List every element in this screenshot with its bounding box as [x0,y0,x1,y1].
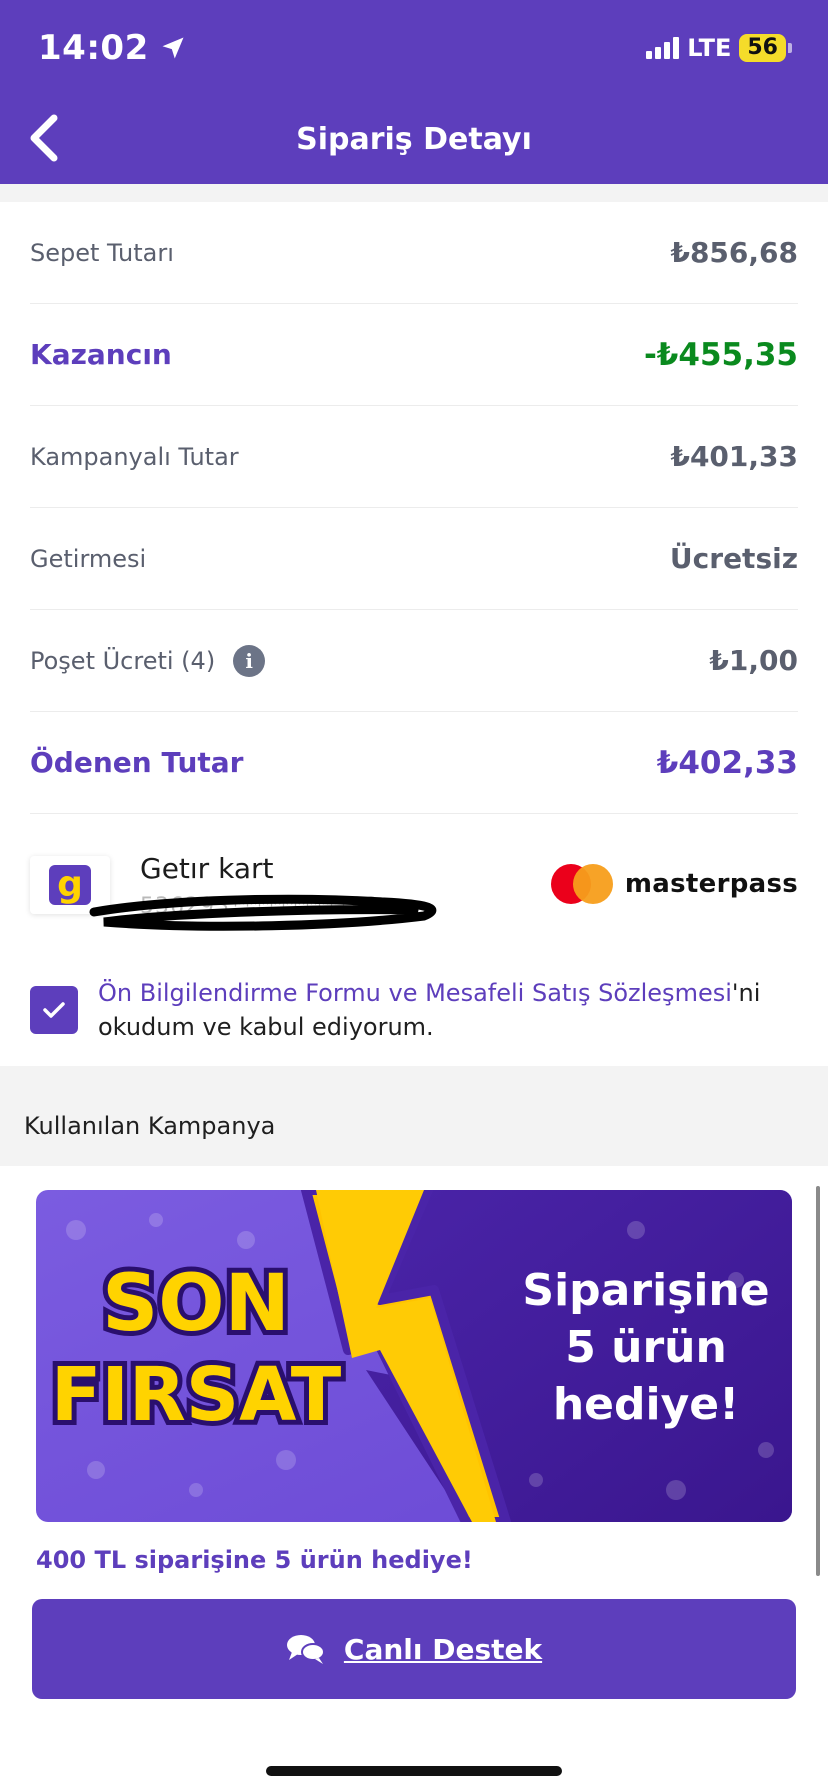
campaign-banner-art: SON FIRSAT Siparişine 5 ürün hediye! [36,1190,792,1522]
campaign-section-header: Kullanılan Kampanya [0,1066,828,1166]
summary-label: Sepet Tutarı [30,238,174,267]
summary-row-savings: Kazancın -₺455,35 [30,304,798,406]
summary-row-bag-fee: Poşet Ücreti (4) i ₺1,00 [30,610,798,712]
info-icon[interactable]: i [233,644,266,677]
order-summary: Sepet Tutarı ₺856,68 Kazancın -₺455,35 K… [30,202,798,814]
consent-text: Ön Bilgilendirme Formu ve Mesafeli Satış… [98,976,788,1044]
status-time: 14:02 [38,28,187,68]
summary-label-with-info: Poşet Ücreti (4) i [30,644,266,677]
consent-suffix-rest: okudum ve kabul ediyorum. [98,1013,434,1041]
masterpass-label: masterpass [624,869,798,899]
page-title: Sipariş Detayı [296,122,532,157]
status-time-text: 14:02 [38,28,149,68]
app-header: 14:02 LTE 56 Sipariş Detayı [0,0,828,184]
chat-bubbles-icon [286,1635,325,1664]
status-indicators: LTE 56 [646,34,792,62]
header-spacer [0,184,828,202]
live-support-button[interactable]: Canlı Destek [32,1599,796,1699]
campaign-section-title: Kullanılan Kampanya [24,1112,276,1140]
banner-right-line2: 5 ürün [565,1322,727,1373]
payment-card[interactable]: g Getır kart 536293**********82 masterpa… [30,852,798,948]
redaction-scribble [89,894,437,931]
summary-label: Kampanyalı Tutar [30,442,239,471]
mastercard-icon [550,864,613,904]
summary-label: Poşet Ücreti (4) [30,646,216,675]
card-name: Getır kart [140,852,274,885]
consent-checkbox[interactable] [30,986,78,1034]
summary-value: -₺455,35 [643,336,798,373]
summary-value: Ücretsiz [669,542,798,575]
summary-value: ₺856,68 [670,236,798,269]
consent-suffix: 'ni [731,979,761,1007]
masterpass-logo: masterpass [550,864,798,904]
checkmark-icon [43,1002,65,1018]
battery-tip [788,43,792,53]
campaign-caption: 400 TL siparişine 5 ürün hediye! [36,1546,473,1574]
summary-row-campaign-amount: Kampanyalı Tutar ₺401,33 [30,406,798,508]
summary-value: ₺402,33 [656,744,798,781]
network-label: LTE [687,34,732,62]
banner-title-line2: FIRSAT [51,1352,342,1438]
banner-right-line3: hediye! [553,1379,739,1430]
summary-row-basket: Sepet Tutarı ₺856,68 [30,202,798,304]
battery-icon: 56 [739,34,786,62]
banner-right-line1: Siparişine [522,1265,769,1316]
consent-row: Ön Bilgilendirme Formu ve Mesafeli Satış… [30,976,798,1056]
scrollbar[interactable] [816,1186,820,1576]
summary-value: ₺401,33 [670,440,798,473]
banner-title-line1: SON [102,1259,290,1349]
agreement-link[interactable]: Ön Bilgilendirme Formu ve Mesafeli Satış… [98,979,732,1007]
summary-row-paid: Ödenen Tutar ₺402,33 [30,712,798,814]
live-support-label: Canlı Destek [343,1632,543,1666]
signal-icon [646,37,680,59]
summary-label: Kazancın [30,338,172,371]
summary-value: ₺1,00 [709,644,798,677]
campaign-banner[interactable]: SON FIRSAT Siparişine 5 ürün hediye! [36,1190,792,1522]
summary-row-delivery: Getirmesi Ücretsiz [30,508,798,610]
home-indicator[interactable] [266,1766,562,1776]
location-arrow-icon [162,37,184,59]
summary-label: Ödenen Tutar [30,746,244,779]
summary-label: Getirmesi [30,544,147,573]
